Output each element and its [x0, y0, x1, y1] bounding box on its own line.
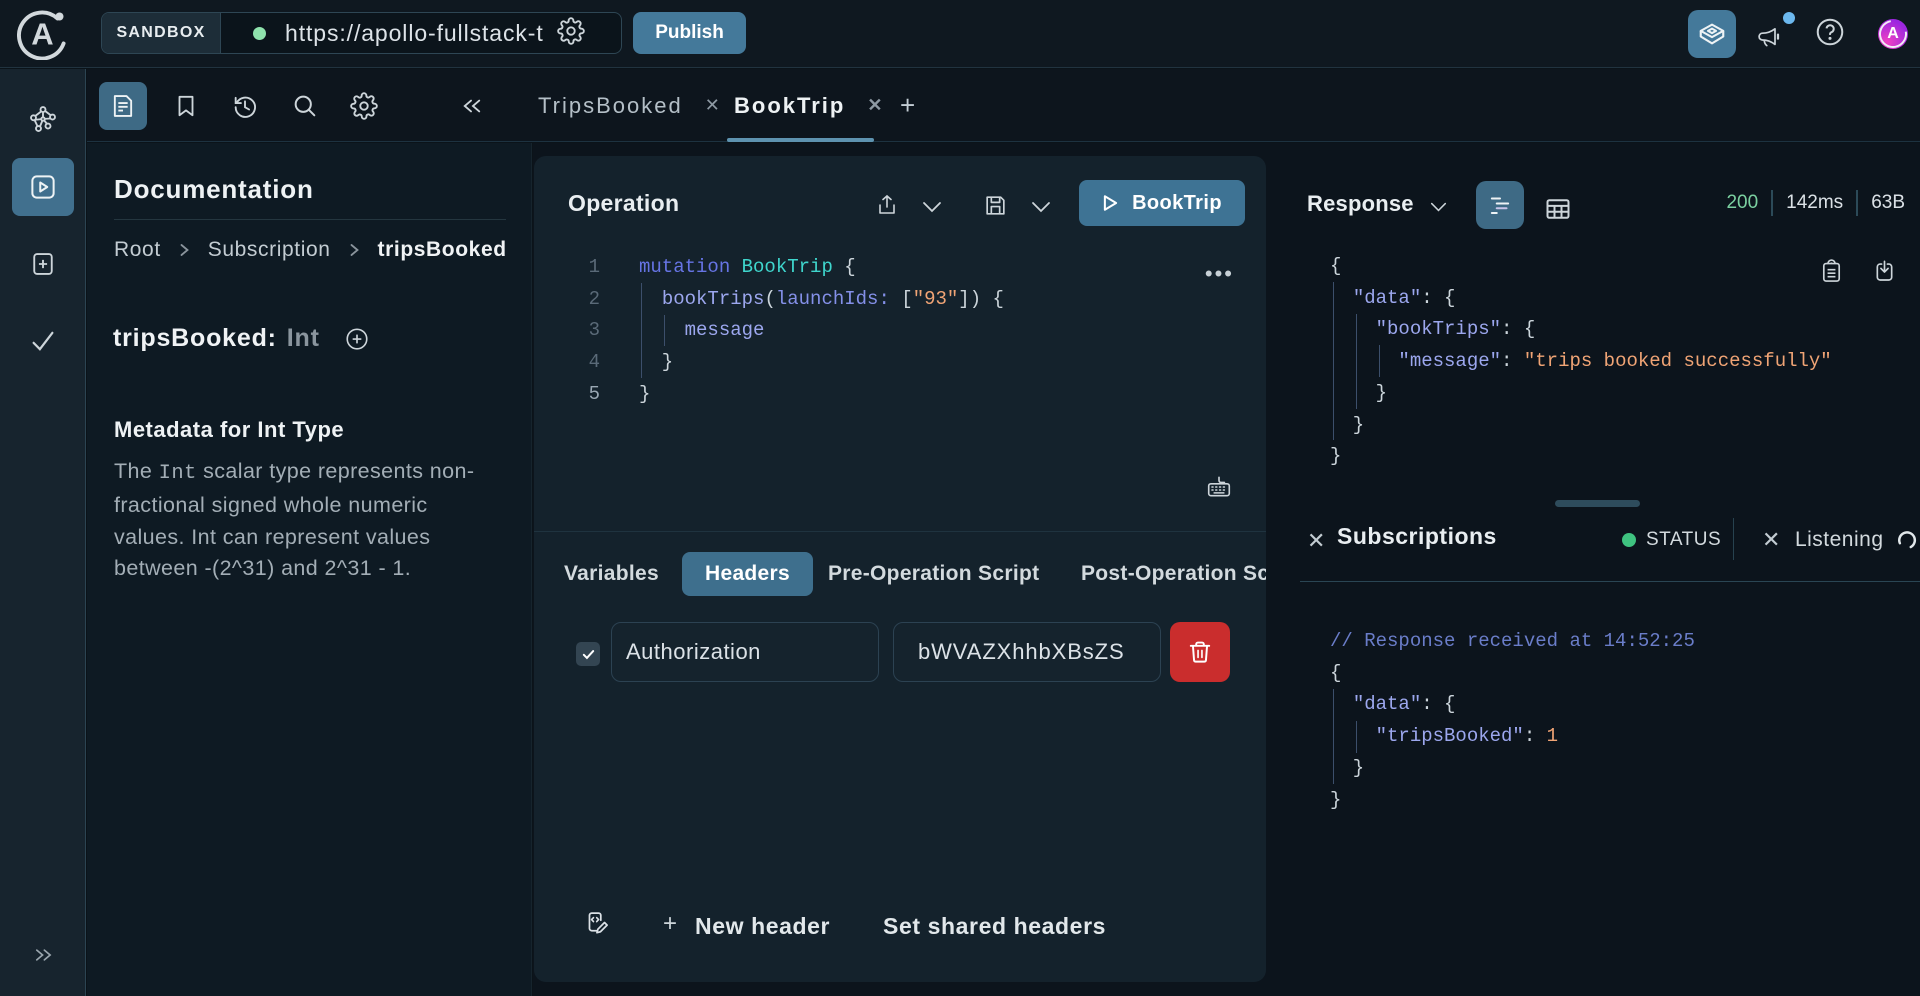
svg-text:A: A	[31, 17, 53, 52]
